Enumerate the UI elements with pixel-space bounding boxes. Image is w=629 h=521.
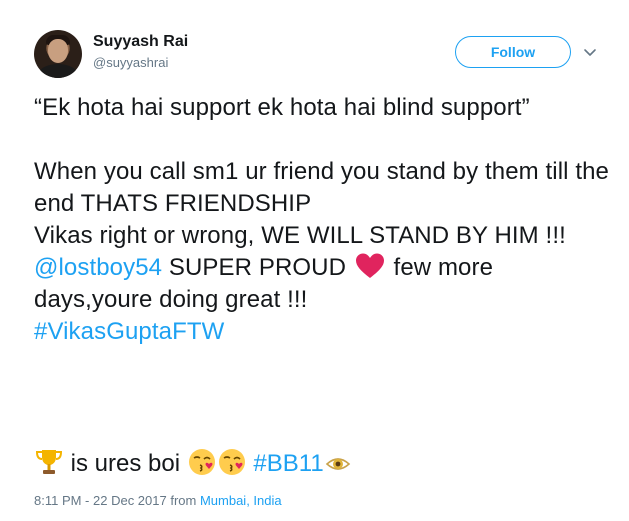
tweet-line-friendship: When you call sm1 ur friend you stand by… bbox=[34, 158, 610, 217]
eye-icon bbox=[325, 458, 350, 470]
trophy-icon bbox=[35, 450, 63, 474]
tweet-quote: “Ek hota hai support ek hota hai blind s… bbox=[34, 94, 530, 121]
tweet-text: “Ek hota hai support ek hota hai blind s… bbox=[34, 92, 614, 348]
red-heart-icon bbox=[355, 253, 384, 278]
hashtag-link-bb11[interactable]: #BB11 bbox=[253, 450, 323, 477]
hashtag-link-vikasguptaftw[interactable]: #VikasGuptaFTW bbox=[34, 316, 614, 348]
kissing-face-icon bbox=[188, 449, 215, 475]
emoji-line: is ures boi #BB11 bbox=[34, 447, 352, 481]
avatar[interactable] bbox=[34, 30, 82, 78]
chevron-down-icon[interactable] bbox=[582, 44, 598, 60]
follow-button[interactable]: Follow bbox=[455, 36, 571, 68]
tweet-line-vikas: Vikas right or wrong, WE WILL STAND BY H… bbox=[34, 222, 566, 249]
tweet-header: Suyyash Rai @suyyashrai Follow bbox=[34, 28, 614, 80]
user-name[interactable]: Suyyash Rai bbox=[93, 33, 188, 51]
tweet-footer: 8:11 PM - 22 Dec 2017 from Mumbai, India bbox=[34, 493, 282, 508]
user-handle[interactable]: @suyyashrai bbox=[93, 55, 168, 70]
kissing-face-icon bbox=[218, 449, 245, 475]
location-link[interactable]: Mumbai, India bbox=[200, 493, 282, 508]
mention-link[interactable]: @lostboy54 bbox=[34, 254, 162, 281]
tweet-line-mention: @lostboy54 SUPER PROUD few more days,you… bbox=[34, 253, 494, 313]
tweet-timestamp[interactable]: 8:11 PM - 22 Dec 2017 from bbox=[34, 493, 200, 508]
